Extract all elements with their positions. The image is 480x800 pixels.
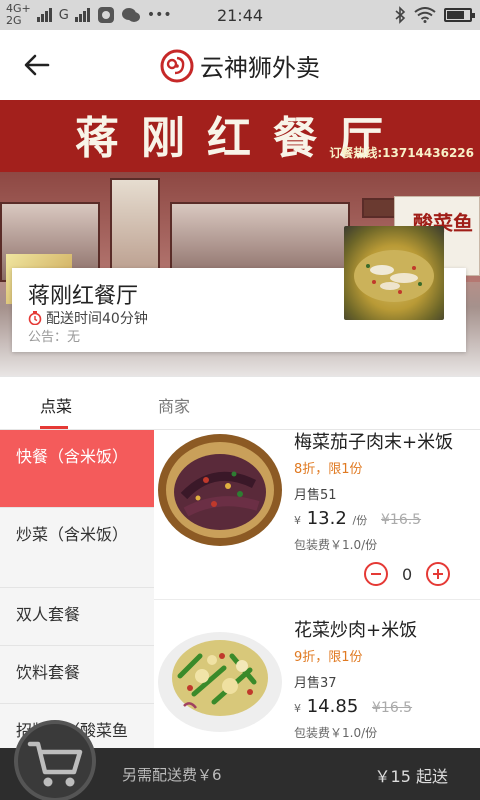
category-drink-set[interactable]: 饮料套餐	[0, 646, 154, 704]
dish-monthly-sales: 月售37	[294, 676, 337, 691]
menu-tabs: 点菜 商家	[0, 376, 480, 430]
quantity-stepper: 0	[364, 562, 451, 586]
shop-signboard: 蒋刚红餐厅 订餐热线:13714436226	[0, 100, 480, 172]
min-order-button[interactable]: ￥15 起送	[375, 763, 448, 787]
price-currency: ¥	[294, 702, 301, 715]
quantity-value: 0	[402, 564, 413, 584]
packaging-fee: 包装费￥1.0/份	[294, 726, 378, 740]
app-header: 云神狮外卖	[0, 30, 480, 100]
dish-list: 梅菜茄子肉末+米饭 8折，限1份 月售51 ¥ 13.2 /份 ¥16.5 包装…	[154, 430, 480, 748]
price-value: 13.2	[306, 508, 347, 529]
fish-dish-illustration	[354, 250, 434, 302]
dish-monthly-sales: 月售51	[294, 488, 337, 503]
dish-name: 梅菜茄子肉末+米饭	[294, 432, 454, 453]
status-bar: 4G+ 2G G ••• 21:44	[0, 0, 480, 30]
status-right	[394, 6, 475, 24]
brand: 云神狮外卖	[0, 48, 480, 83]
cart-button[interactable]	[14, 720, 96, 800]
tab-merchant[interactable]: 商家	[158, 393, 190, 417]
battery-icon	[444, 8, 475, 22]
bluetooth-icon	[395, 6, 406, 24]
dish-promo: 8折，限1份	[294, 462, 363, 477]
tab-order-dishes[interactable]: 点菜	[40, 393, 72, 417]
price-currency: ¥	[294, 514, 301, 527]
delivery-fee-note: 另需配送费￥6	[122, 766, 222, 784]
dish-item[interactable]: 花菜炒肉+米饭 9折，限1份 月售37 ¥ 14.85 ¥16.5 包装费￥1.…	[154, 612, 480, 748]
page-title: 云神狮外卖	[200, 54, 320, 82]
dish-price: ¥ 13.2 /份 ¥16.5	[294, 508, 421, 529]
dish-price: ¥ 14.85 ¥16.5	[294, 696, 412, 717]
category-stir-fry[interactable]: 炒菜（含米饭）	[0, 508, 154, 588]
dish-name: 花菜炒肉+米饭	[294, 620, 418, 641]
cart-bar: 另需配送费￥6 ￥15 起送	[0, 720, 480, 800]
shopping-cart-icon	[27, 741, 83, 787]
dish-item[interactable]: 梅菜茄子肉末+米饭 8折，限1份 月售51 ¥ 13.2 /份 ¥16.5 包装…	[154, 430, 480, 600]
increase-button[interactable]	[426, 562, 451, 586]
timer-icon	[28, 311, 42, 325]
category-sidebar: 快餐（含米饭） 炒菜（含米饭） 双人套餐 饮料套餐 招牌菜（酸菜鱼套餐/2人	[0, 430, 154, 748]
decrease-button[interactable]	[364, 562, 388, 586]
active-tab-indicator	[40, 426, 68, 429]
dish-promo: 9折，限1份	[294, 650, 363, 665]
price-unit: /份	[352, 514, 368, 527]
wifi-icon	[414, 7, 436, 23]
packaging-fee: 包装费￥1.0/份	[294, 538, 378, 552]
category-double-set[interactable]: 双人套餐	[0, 588, 154, 646]
original-price: ¥16.5	[381, 512, 422, 528]
delivery-time-text: 配送时间40分钟	[46, 311, 148, 327]
shop-name: 蒋刚红餐厅	[28, 284, 139, 309]
brand-logo-icon	[160, 49, 194, 82]
delivery-time: 配送时间40分钟	[28, 308, 148, 328]
signboard-phone: 订餐热线:13714436226	[329, 146, 474, 160]
shop-notice: 公告：无	[28, 330, 81, 345]
menu-poster	[110, 178, 160, 282]
dish-image-cauliflower	[154, 616, 286, 738]
category-fast-food[interactable]: 快餐（含米饭）	[0, 430, 154, 508]
dish-image-eggplant	[154, 430, 286, 546]
price-value: 14.85	[306, 696, 359, 717]
original-price: ¥16.5	[372, 700, 413, 716]
featured-dish-image	[344, 226, 444, 320]
